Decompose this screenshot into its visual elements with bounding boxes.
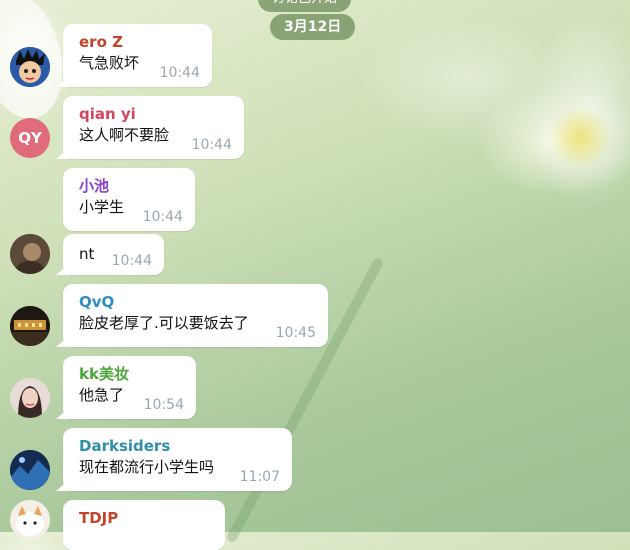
- avatar[interactable]: QY: [10, 118, 50, 158]
- message-bubble: kk美妆 他急了 10:54: [63, 356, 196, 419]
- sender-name[interactable]: QvQ: [79, 292, 314, 312]
- avatar[interactable]: [10, 378, 50, 418]
- photo-avatar-icon: [10, 450, 50, 490]
- message-bubble: 小池 小学生 10:44: [63, 168, 195, 231]
- message-time: 10:44: [159, 65, 200, 81]
- date-separator: 3月12日: [270, 14, 356, 40]
- photo-avatar-icon: [10, 378, 50, 418]
- message-bubble: Darksiders 现在都流行小学生吗 11:07: [63, 428, 292, 491]
- sender-name[interactable]: TDJP: [79, 508, 211, 528]
- sender-name[interactable]: 小池: [79, 176, 181, 196]
- message-bubble: qian yi 这人啊不要脸 10:44: [63, 96, 244, 159]
- anime-face-icon: [10, 47, 50, 87]
- avatar-initials: QY: [18, 129, 42, 147]
- avatar[interactable]: [10, 47, 50, 87]
- avatar[interactable]: [10, 306, 50, 346]
- avatar[interactable]: [10, 500, 50, 540]
- sender-name[interactable]: ero Z: [79, 32, 198, 52]
- service-message-pill: 讨论已开始: [258, 0, 352, 12]
- message-time: 10:44: [142, 209, 183, 225]
- message-bubble: TDJP: [63, 500, 225, 550]
- avatar[interactable]: [10, 234, 50, 274]
- message-time: 10:45: [275, 325, 316, 341]
- sender-name[interactable]: qian yi: [79, 104, 230, 124]
- message-time: 10:44: [191, 137, 232, 153]
- avatar[interactable]: [10, 450, 50, 490]
- sender-name[interactable]: Darksiders: [79, 436, 278, 456]
- message-time: 10:54: [143, 397, 184, 413]
- message-bubble: nt 10:44: [63, 234, 164, 275]
- message-bubble: QvQ 脸皮老厚了.可以要饭去了 10:45: [63, 284, 328, 347]
- photo-avatar-icon: [10, 306, 50, 346]
- message-time: 10:44: [111, 253, 152, 269]
- cat-avatar-icon: [10, 500, 50, 540]
- sender-name[interactable]: kk美妆: [79, 364, 182, 384]
- message-time: 11:07: [239, 469, 280, 485]
- photo-avatar-icon: [10, 234, 50, 274]
- message-bubble: ero Z 气急败坏 10:44: [63, 24, 212, 87]
- background-flower: [545, 110, 615, 165]
